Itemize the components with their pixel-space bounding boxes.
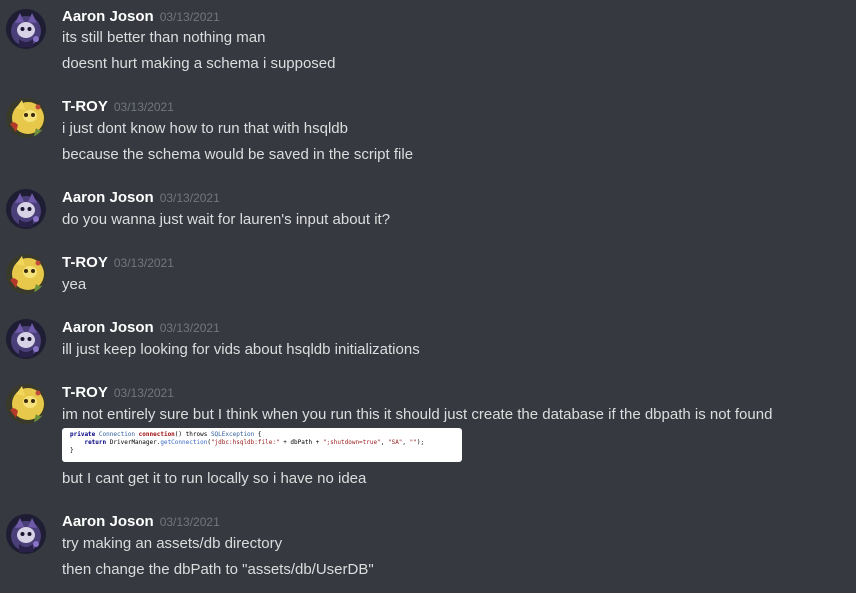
message-text: but I cant get it to run locally so i ha…: [62, 470, 367, 487]
chat-messages-panel: Aaron Joson 03/13/2021 its still better t…: [0, 0, 856, 593]
avatar-t-roy[interactable]: [6, 254, 46, 294]
username[interactable]: T-ROY: [62, 254, 108, 271]
message-text: because the schema would be saved in the…: [62, 146, 414, 163]
code-token: {: [257, 431, 262, 438]
code-token: }: [70, 447, 74, 454]
timestamp: 03/13/2021: [113, 256, 174, 270]
avatar-aaron-joson[interactable]: [6, 9, 46, 49]
code-token: "": [409, 439, 417, 446]
code-token: getConnection: [160, 439, 208, 446]
avatar-aaron-joson[interactable]: [6, 189, 46, 229]
code-line: }: [70, 447, 454, 455]
message-header: Aaron Joson 03/13/2021: [62, 189, 220, 209]
timestamp: 03/13/2021: [159, 191, 220, 205]
timestamp: 03/13/2021: [113, 386, 174, 400]
message-text: doesnt hurt making a schema i supposed: [62, 55, 336, 72]
code-token: DriverManager.: [109, 439, 161, 446]
message-header: Aaron Joson 03/13/2021: [62, 319, 220, 339]
username[interactable]: Aaron Joson: [62, 319, 154, 336]
message-header: T-ROY 03/13/2021: [62, 98, 174, 118]
message-header: T-ROY 03/13/2021: [62, 254, 174, 274]
code-token: private: [70, 431, 96, 438]
avatar-aaron-joson[interactable]: [6, 514, 46, 554]
timestamp: 03/13/2021: [159, 321, 220, 335]
avatar-aaron-joson[interactable]: [6, 319, 46, 359]
message-header: T-ROY 03/13/2021: [62, 384, 174, 404]
code-token: + dbPath +: [279, 439, 323, 446]
code-token: "SA": [387, 439, 403, 446]
code-token: SQLException: [210, 431, 255, 438]
code-token: return: [84, 439, 107, 446]
purple-character-avatar-icon: [6, 319, 46, 359]
timestamp: 03/13/2021: [159, 515, 220, 529]
code-token: ";shutdown=true": [322, 439, 381, 446]
username[interactable]: Aaron Joson: [62, 8, 154, 25]
code-token: Connection: [98, 431, 136, 438]
message-text: do you wanna just wait for lauren's inpu…: [62, 211, 391, 228]
timestamp: 03/13/2021: [113, 100, 174, 114]
username[interactable]: Aaron Joson: [62, 513, 154, 530]
code-token: "jdbc:hsqldb:file:": [210, 439, 280, 446]
message-text: im not entirely sure but I think when yo…: [62, 406, 773, 423]
username[interactable]: T-ROY: [62, 384, 108, 401]
avatar-t-roy[interactable]: [6, 384, 46, 424]
code-line: return DriverManager.getConnection("jdbc…: [70, 439, 454, 447]
purple-character-avatar-icon: [6, 9, 46, 49]
code-screenshot-attachment[interactable]: private Connection connection() throws S…: [62, 428, 462, 462]
message-text: try making an assets/db directory: [62, 535, 283, 552]
message-header: Aaron Joson 03/13/2021: [62, 513, 220, 533]
purple-character-avatar-icon: [6, 189, 46, 229]
avatar-t-roy[interactable]: [6, 98, 46, 138]
username[interactable]: Aaron Joson: [62, 189, 154, 206]
message-header: Aaron Joson 03/13/2021: [62, 8, 220, 28]
message-text: ill just keep looking for vids about hsq…: [62, 341, 420, 358]
message-text: yea: [62, 276, 87, 293]
code-token: ,: [402, 439, 410, 446]
code-token: () throws: [174, 431, 208, 438]
message-text: then change the dbPath to "assets/db/Use…: [62, 561, 374, 578]
code-token: ,: [380, 439, 388, 446]
username[interactable]: T-ROY: [62, 98, 108, 115]
message-text: its still better than nothing man: [62, 29, 266, 46]
message-text: i just dont know how to run that with hs…: [62, 120, 348, 137]
yellow-pokemon-avatar-icon: [6, 384, 46, 424]
code-token: );: [416, 439, 425, 446]
timestamp: 03/13/2021: [159, 10, 220, 24]
purple-character-avatar-icon: [6, 514, 46, 554]
yellow-pokemon-avatar-icon: [6, 98, 46, 138]
code-token: connection: [138, 431, 175, 438]
yellow-pokemon-avatar-icon: [6, 254, 46, 294]
code-line: private Connection connection() throws S…: [70, 431, 454, 439]
